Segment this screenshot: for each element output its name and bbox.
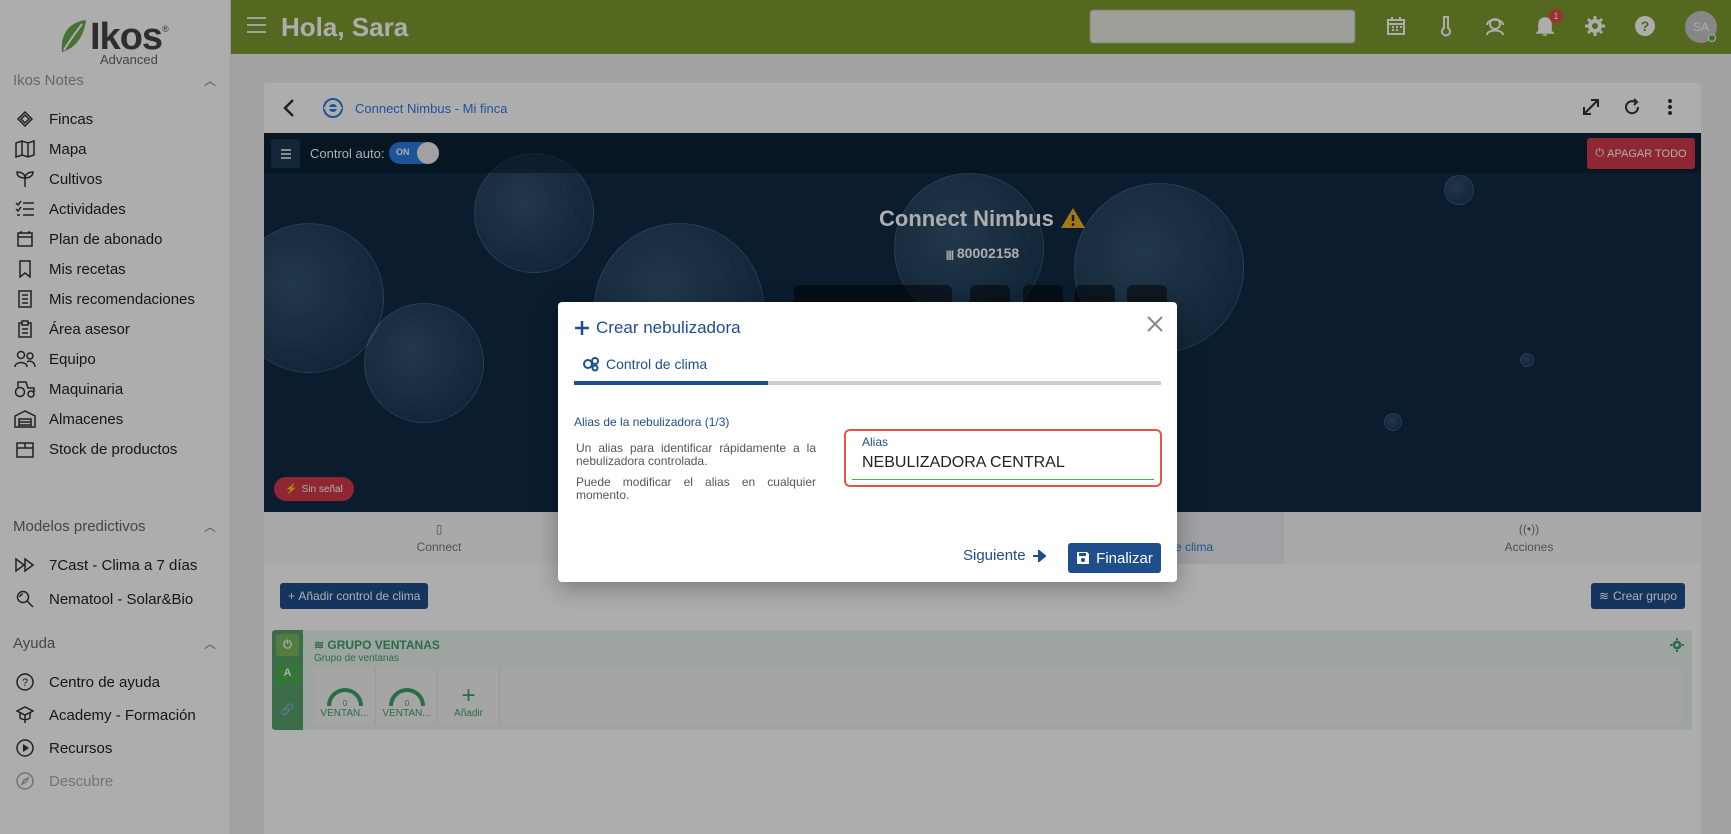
alias-label: Alias	[862, 435, 889, 449]
finish-label: Finalizar	[1096, 549, 1153, 567]
step-progress-fill	[574, 381, 768, 385]
dialog-title-text: Crear nebulizadora	[596, 318, 741, 337]
close-icon[interactable]	[1145, 314, 1165, 334]
finish-button[interactable]: Finalizar	[1068, 543, 1161, 573]
plus-icon	[575, 321, 589, 335]
step-description-1: Un alias para identificar rápidamente a …	[576, 441, 816, 468]
step-description: Un alias para identificar rápidamente a …	[576, 442, 816, 510]
dialog-title: Crear nebulizadora	[574, 318, 741, 338]
alias-field[interactable]: Alias	[844, 429, 1162, 487]
next-button[interactable]: Siguiente	[963, 547, 1046, 564]
next-label: Siguiente	[963, 547, 1026, 564]
arrow-right-icon	[1032, 549, 1046, 562]
save-icon	[1077, 552, 1090, 564]
step-title: Alias de la nebulizadora (1/3)	[574, 415, 730, 429]
climate-settings-icon	[583, 357, 599, 372]
dialog-tab-label: Control de clima	[606, 356, 708, 372]
create-nebulizer-dialog: Crear nebulizadora Control de clima Alia…	[558, 302, 1177, 582]
step-description-2: Puede modificar el alias en cualquier mo…	[576, 475, 816, 502]
alias-underline	[852, 479, 1154, 480]
dialog-tab-control-clima[interactable]: Control de clima	[582, 356, 707, 372]
step-progress-bar	[574, 381, 1161, 385]
alias-input[interactable]	[862, 451, 1142, 475]
